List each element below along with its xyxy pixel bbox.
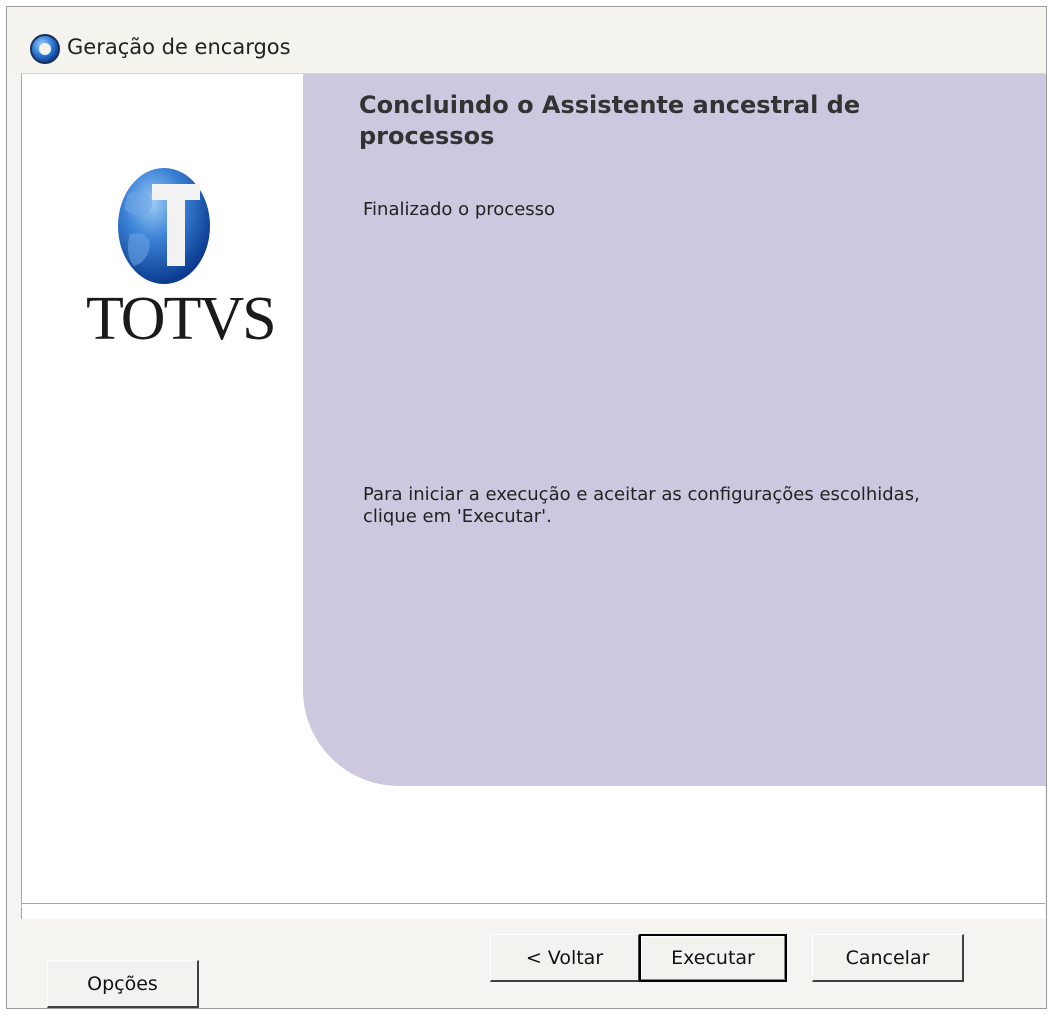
back-button[interactable]: < Voltar [490, 934, 640, 982]
cancel-button[interactable]: Cancelar [812, 934, 964, 982]
execute-button[interactable]: Executar [639, 934, 787, 982]
status-text: Finalizado o processo [363, 199, 556, 220]
app-globe-icon [29, 33, 61, 65]
wizard-content: TOTVS Concluindo o Assistente ancestral … [21, 73, 1046, 919]
totvs-logo-text: TOTVS [86, 285, 277, 353]
title-bar: Geração de encargos [7, 7, 1046, 73]
footer-separator [21, 903, 1045, 907]
panel-heading: Concluindo o Assistente ancestral de pro… [359, 91, 861, 150]
wizard-window: Geração de encargos TOTVS Concluindo o A… [6, 6, 1047, 1009]
summary-panel: Concluindo o Assistente ancestral de pro… [303, 74, 1046, 786]
instruction-text: Para iniciar a execução e aceitar as con… [363, 484, 920, 527]
options-button[interactable]: Opções [47, 960, 199, 1008]
window-title: Geração de encargos [67, 35, 291, 59]
